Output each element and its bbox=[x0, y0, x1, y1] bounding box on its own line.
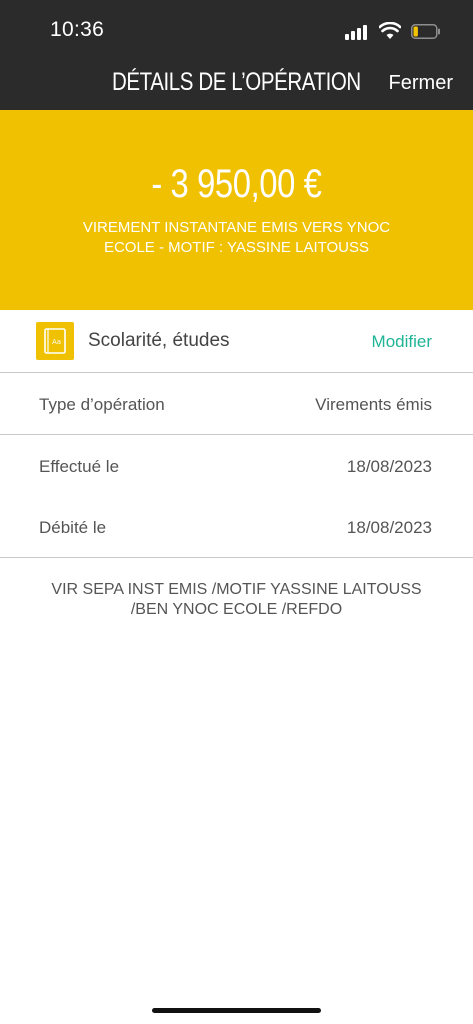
detail-value: 18/08/2023 bbox=[346, 518, 432, 537]
operation-reference-note: VIR SEPA INST EMIS /MOTIF YASSINE LAITOU… bbox=[51, 581, 422, 618]
operation-description: VIREMENT INSTANTANE EMIS VERS YNOC ECOLE… bbox=[82, 219, 391, 256]
category-label: Scolarité, études bbox=[88, 330, 230, 351]
book-icon: Aa bbox=[36, 322, 74, 360]
wifi-icon bbox=[379, 22, 401, 39]
status-time: 10:36 bbox=[50, 18, 105, 41]
detail-row-debited: Débité le 18/08/2023 bbox=[0, 496, 473, 558]
cellular-signal-icon bbox=[345, 24, 371, 40]
svg-text:Aa: Aa bbox=[52, 338, 61, 346]
amount-panel: - 3 950,00 € VIREMENT INSTANTANE EMIS VE… bbox=[0, 110, 473, 310]
detail-key: Effectué le bbox=[39, 457, 120, 476]
detail-row-type: Type d’opération Virements émis bbox=[0, 373, 473, 435]
modify-category-button[interactable]: Modifier bbox=[372, 332, 432, 352]
detail-value: Virements émis bbox=[315, 395, 432, 414]
close-button[interactable]: Fermer bbox=[389, 72, 453, 95]
top-bar: 10:36 DÉTAILS DE L’OPÉRATION Fermer bbox=[0, 0, 473, 110]
page-title: DÉTAILS DE L’OPÉRATION bbox=[112, 68, 361, 96]
detail-key: Débité le bbox=[39, 518, 107, 537]
detail-value: 18/08/2023 bbox=[346, 457, 432, 476]
operation-amount: - 3 950,00 € bbox=[151, 162, 322, 206]
detail-row-executed: Effectué le 18/08/2023 bbox=[0, 435, 473, 497]
category-row[interactable]: Aa Scolarité, études Modifier bbox=[0, 310, 473, 373]
detail-key: Type d’opération bbox=[39, 395, 165, 414]
home-indicator[interactable] bbox=[152, 1008, 321, 1013]
battery-icon bbox=[411, 24, 440, 39]
